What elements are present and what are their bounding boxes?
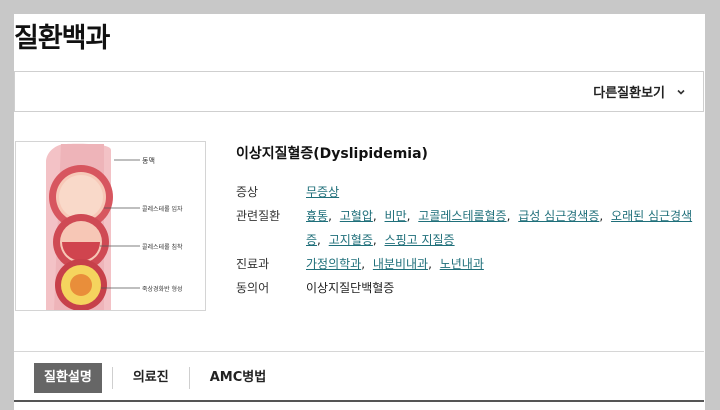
page-title: 질환백과 — [14, 23, 110, 54]
department-row: 진료과 가정의학과, 내분비내과, 노년내과 — [236, 252, 706, 276]
disease-title: 이상지질혈증(Dyslipidemia) — [236, 146, 428, 162]
department-link[interactable]: 가정의학과 — [306, 257, 361, 271]
figure-label-plaque: 죽상경화반 형성 — [142, 285, 183, 293]
related-link[interactable]: 비만 — [385, 209, 407, 223]
related-values: 흉통, 고혈압, 비만, 고콜레스테롤혈증, 급성 심근경색증, 오래된 심근경… — [306, 209, 693, 247]
artery-diagram: 동맥 콜레스테롤 입자 콜레스테롤 침착 죽상경화반 형성 — [46, 143, 183, 311]
other-diseases-label: 다른질환보기 — [593, 86, 665, 101]
tabs-underline — [14, 400, 704, 402]
synonym-row: 동의어 이상지질단백혈증 — [236, 276, 706, 300]
related-link[interactable]: 스핑고 지질증 — [385, 233, 455, 247]
synonym-label: 동의어 — [236, 281, 270, 295]
synonym-value: 이상지질단백혈증 — [306, 281, 395, 295]
symptom-values: 무증상 — [306, 180, 706, 204]
related-link[interactable]: 흉통 — [306, 209, 328, 223]
disease-info: 이상지질혈증(Dyslipidemia) 증상 무증상 관련질환 흉통, 고혈압… — [236, 143, 706, 300]
other-diseases-button[interactable]: 다른질환보기 — [593, 82, 687, 101]
symptom-row: 증상 무증상 — [236, 180, 706, 204]
tab-description[interactable]: 질환설명 — [34, 363, 102, 393]
figure-label-deposit: 콜레스테롤 침착 — [142, 243, 183, 251]
related-link[interactable]: 고콜레스테롤혈증 — [418, 209, 506, 223]
related-row: 관련질환 흉통, 고혈압, 비만, 고콜레스테롤혈증, 급성 심근경색증, 오래… — [236, 204, 706, 252]
section-tabs: 질환설명 의료진 AMC병법 — [34, 363, 276, 393]
disease-illustration: 동맥 콜레스테롤 입자 콜레스테롤 침착 죽상경화반 형성 — [15, 141, 206, 311]
figure-label-artery: 동맥 — [142, 156, 155, 165]
related-link[interactable]: 급성 심근경색증 — [518, 209, 599, 223]
other-diseases-bar: 다른질환보기 — [14, 71, 704, 112]
related-link[interactable]: 고혈압 — [340, 209, 373, 223]
symptom-link[interactable]: 무증상 — [306, 185, 339, 199]
divider — [14, 351, 704, 352]
chevron-down-icon — [677, 89, 685, 95]
related-label: 관련질환 — [236, 209, 281, 223]
tab-divider — [111, 367, 113, 389]
symptom-label: 증상 — [236, 185, 259, 199]
figure-label-particle: 콜레스테롤 입자 — [142, 205, 183, 213]
tab-divider — [188, 367, 190, 389]
department-link[interactable]: 내분비내과 — [373, 257, 428, 271]
related-link[interactable]: 고지혈증 — [329, 233, 373, 247]
department-values: 가정의학과, 내분비내과, 노년내과 — [306, 257, 484, 271]
tab-doctors[interactable]: 의료진 — [123, 363, 179, 393]
page: 질환백과 다른질환보기 동맥 콜레스테롤 입자 콜레스테롤 침착 죽상경화반 형… — [14, 14, 705, 410]
department-link[interactable]: 노년내과 — [440, 257, 484, 271]
tab-amc[interactable]: AMC병법 — [200, 363, 276, 393]
department-label: 진료과 — [236, 257, 270, 271]
